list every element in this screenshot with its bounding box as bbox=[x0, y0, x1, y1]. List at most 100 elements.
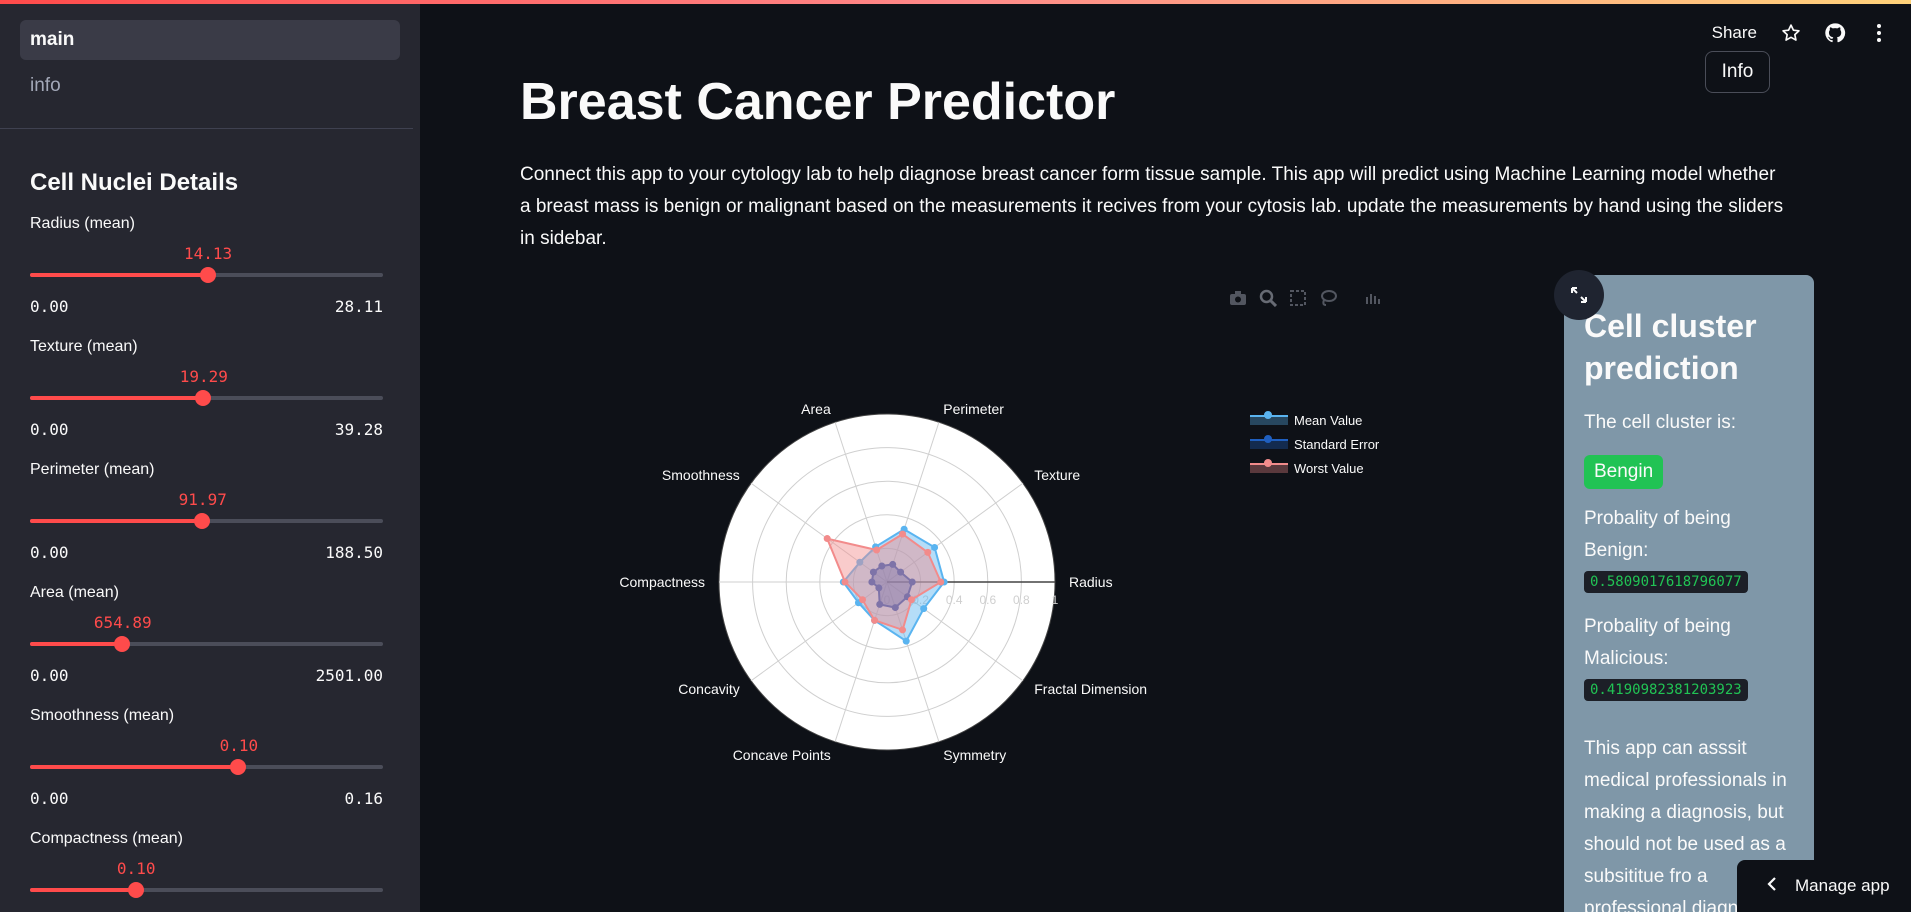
slider[interactable]: Smoothness (mean) 0.10 0.00 0.16 bbox=[30, 703, 384, 826]
slider-value: 654.89 bbox=[93, 613, 152, 632]
header-actions: Share bbox=[1712, 18, 1911, 48]
expand-icon[interactable] bbox=[1554, 270, 1604, 320]
slider-list: Radius (mean) 14.13 0.00 28.11 Texture (mean… bbox=[0, 197, 420, 912]
slider-thumb[interactable] bbox=[114, 636, 131, 652]
slider-label: Radius (mean) bbox=[30, 215, 135, 232]
prediction-title: Cell cluster prediction bbox=[1584, 308, 1757, 386]
prediction-panel: Cell cluster prediction The cell cluster… bbox=[1564, 275, 1814, 912]
box-select-icon[interactable] bbox=[1288, 288, 1308, 308]
slider-min: 0.00 bbox=[30, 420, 69, 439]
slider-min: 0.00 bbox=[30, 543, 69, 562]
slider-max: 2501.00 bbox=[315, 666, 383, 685]
info-button[interactable]: Info bbox=[1705, 51, 1770, 93]
plotly-logo-icon[interactable] bbox=[1362, 288, 1382, 308]
slider-min: 0.00 bbox=[30, 789, 69, 808]
slider[interactable]: Texture (mean) 19.29 0.00 39.28 bbox=[30, 334, 384, 457]
data-point bbox=[873, 546, 881, 554]
malicious-label: Probality of being Malicious: bbox=[1584, 616, 1731, 669]
nav-item-main[interactable]: main bbox=[20, 20, 400, 60]
legend-label: Mean Value bbox=[1294, 412, 1363, 428]
category-label: Fractal Dimension bbox=[1034, 681, 1147, 697]
slider-label: Compactness (mean) bbox=[30, 830, 183, 847]
zoom-icon[interactable] bbox=[1258, 288, 1278, 308]
more-icon[interactable] bbox=[1867, 21, 1891, 45]
slider-track[interactable] bbox=[30, 513, 383, 529]
slider-value: 0.10 bbox=[219, 736, 259, 755]
slider-fill bbox=[30, 642, 123, 646]
category-label: Texture bbox=[1034, 467, 1080, 483]
category-label: Perimeter bbox=[943, 401, 1004, 417]
star-icon[interactable] bbox=[1779, 21, 1803, 45]
benign-label: Probality of being Benign: bbox=[1584, 508, 1731, 561]
camera-icon[interactable] bbox=[1228, 288, 1248, 308]
slider-fill bbox=[30, 273, 208, 277]
legend-swatch bbox=[1250, 435, 1288, 449]
nav-item-info[interactable]: info bbox=[20, 66, 400, 106]
category-label: Symmetry bbox=[943, 747, 1006, 763]
category-label: Concavity bbox=[678, 681, 739, 697]
slider-label: Area (mean) bbox=[30, 584, 119, 601]
slider-track[interactable] bbox=[30, 882, 383, 898]
slider-fill bbox=[30, 396, 204, 400]
slider-label: Perimeter (mean) bbox=[30, 461, 155, 478]
data-point bbox=[823, 535, 831, 543]
slider[interactable]: Compactness (mean)0.100.00 bbox=[30, 826, 384, 912]
category-label: Compactness bbox=[619, 574, 705, 590]
slider[interactable]: Perimeter (mean) 91.97 0.00 188.50 bbox=[30, 457, 384, 580]
legend-item[interactable]: Mean Value bbox=[1250, 408, 1379, 432]
slider-thumb[interactable] bbox=[199, 267, 216, 283]
slider-value: 0.10 bbox=[116, 859, 156, 878]
slider-label: Smoothness (mean) bbox=[30, 707, 175, 724]
manage-app-label: Manage app bbox=[1795, 876, 1890, 895]
manage-app-button[interactable]: Manage app bbox=[1737, 860, 1911, 912]
slider-thumb[interactable] bbox=[195, 390, 212, 406]
legend-item[interactable]: Standard Error bbox=[1250, 432, 1379, 456]
category-label: Area bbox=[801, 401, 831, 417]
prediction-badge: Bengin bbox=[1584, 455, 1664, 489]
slider-max: 39.28 bbox=[334, 420, 383, 439]
slider-track[interactable] bbox=[30, 267, 383, 283]
top-decoration-bar bbox=[0, 0, 1911, 4]
slider-label: Texture (mean) bbox=[30, 338, 138, 355]
legend-label: Standard Error bbox=[1294, 436, 1380, 452]
slider-fill bbox=[30, 888, 136, 892]
legend-item[interactable]: Worst Value bbox=[1250, 456, 1379, 480]
category-label: Radius bbox=[1069, 574, 1113, 590]
sidebar: main info Cell Nuclei Details Radius (me… bbox=[0, 0, 420, 912]
legend-swatch bbox=[1250, 459, 1288, 473]
radar-chart: 0 0.2 0.4 0.6 0.8 1RadiusTexturePerimeterArea… bbox=[619, 401, 1147, 763]
slider-min: 0.00 bbox=[30, 666, 69, 685]
data-point bbox=[931, 543, 939, 551]
sidebar-title: Cell Nuclei Details bbox=[30, 169, 239, 196]
slider[interactable]: Area (mean) 654.89 0.00 2501.00 bbox=[30, 580, 384, 703]
benign-probability: 0.5809017618796077 bbox=[1584, 571, 1748, 593]
data-point bbox=[902, 637, 910, 645]
legend-dot bbox=[1264, 411, 1272, 419]
radial-tick-label: 0.4 bbox=[946, 593, 963, 607]
share-button[interactable]: Share bbox=[1712, 23, 1757, 43]
legend-dot bbox=[1264, 435, 1272, 443]
radial-tick-label: 0.6 bbox=[979, 593, 996, 607]
github-icon[interactable] bbox=[1823, 21, 1847, 45]
slider-max: 188.50 bbox=[325, 543, 383, 562]
malicious-probability: 0.4190982381203923 bbox=[1584, 679, 1748, 701]
slider-value: 14.13 bbox=[183, 244, 233, 263]
data-point bbox=[841, 578, 849, 586]
slider-track[interactable] bbox=[30, 636, 383, 652]
chart-legend: Mean Value Standard Error Worst Value bbox=[1250, 408, 1379, 480]
slider-thumb[interactable] bbox=[230, 759, 247, 775]
data-point bbox=[937, 578, 945, 586]
slider-track[interactable] bbox=[30, 390, 383, 406]
slider-track[interactable] bbox=[30, 759, 383, 775]
data-point bbox=[899, 626, 907, 634]
slider-value: 19.29 bbox=[179, 367, 228, 386]
nav-divider bbox=[0, 128, 413, 129]
slider-thumb[interactable] bbox=[127, 882, 144, 898]
slider-fill bbox=[30, 765, 239, 769]
chart-modebar bbox=[1228, 288, 1382, 308]
lasso-select-icon[interactable] bbox=[1318, 288, 1338, 308]
category-label: Concave Points bbox=[733, 747, 831, 763]
slider[interactable]: Radius (mean) 14.13 0.00 28.11 bbox=[30, 211, 384, 334]
slider-thumb[interactable] bbox=[194, 513, 211, 529]
intro-text: Connect this app to your cytology lab to… bbox=[520, 164, 1784, 249]
